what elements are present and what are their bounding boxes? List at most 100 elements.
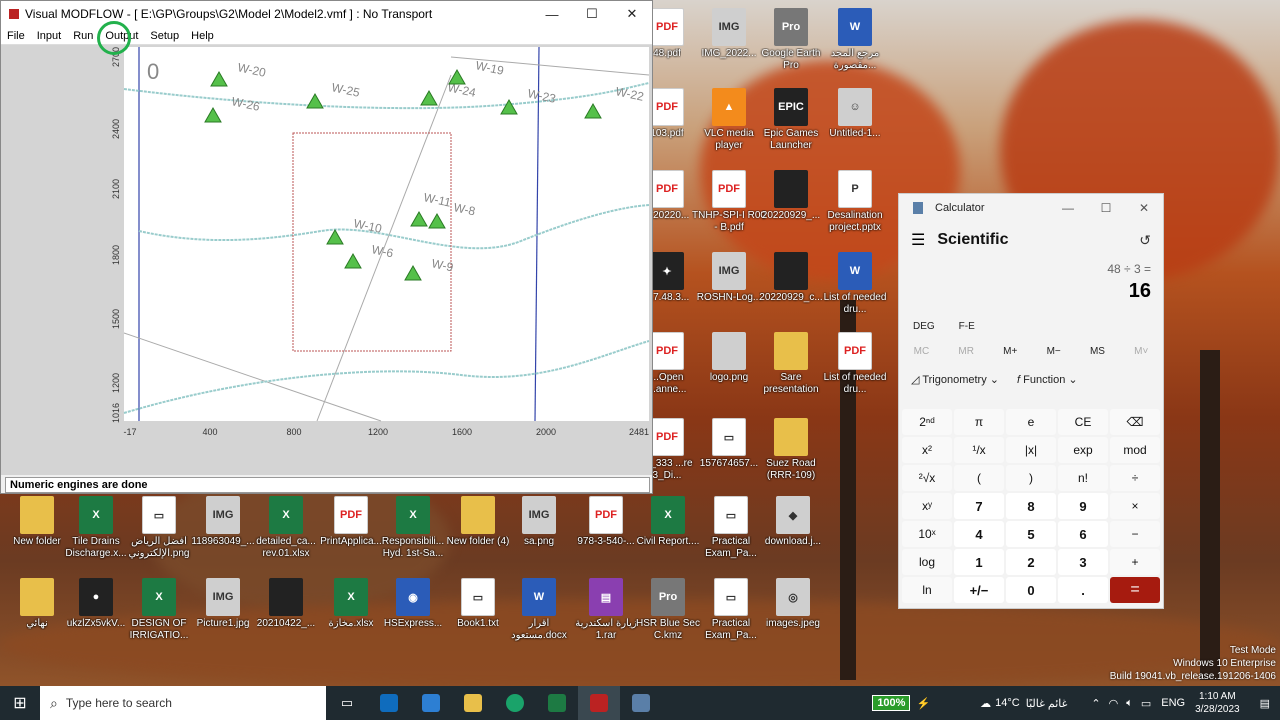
edge-icon[interactable] <box>494 686 536 720</box>
desktop-icon[interactable]: ◉ HSExpress... <box>376 578 450 630</box>
wifi-icon[interactable]: ◠ <box>1109 697 1119 710</box>
calc-key[interactable]: CE <box>1058 409 1108 435</box>
menu-file[interactable]: File <box>1 30 31 42</box>
calc-key[interactable]: = <box>1110 577 1160 603</box>
calc-key[interactable]: + <box>1110 549 1160 575</box>
calc-key[interactable]: 2ⁿᵈ <box>902 409 952 435</box>
calc-key[interactable]: n! <box>1058 465 1108 491</box>
fe-button[interactable]: F-E <box>959 321 975 332</box>
calc-key[interactable]: × <box>1110 493 1160 519</box>
desktop-icon[interactable]: P Desalination project.pptx <box>818 170 892 234</box>
calc-key[interactable]: mod <box>1110 437 1160 463</box>
desktop-icon[interactable]: IMG sa.png <box>502 496 576 548</box>
desktop-icon[interactable]: EPIC Epic Games Launcher <box>754 88 828 152</box>
calc-maximize-button[interactable]: ☐ <box>1087 194 1125 222</box>
calc-close-button[interactable]: ✕ <box>1125 194 1163 222</box>
calc-key[interactable]: π <box>954 409 1004 435</box>
calc-key[interactable]: +/− <box>954 577 1004 603</box>
menu-input[interactable]: Input <box>31 30 67 42</box>
trigonometry-dropdown[interactable]: ◿ Trigonometry ⌄ <box>911 373 999 386</box>
mc-button[interactable]: MC <box>914 346 930 357</box>
calc-key[interactable]: log <box>902 549 952 575</box>
desktop-icon[interactable]: ◆ download.j... <box>756 496 830 548</box>
title-bar[interactable]: Visual MODFLOW - [ E:\GP\Groups\G2\Model… <box>1 1 652 27</box>
model-canvas[interactable]: W-20 W-26 W-25 W-24 W-19 W-23 W-22 W-11 W-8 W-10 W… <box>1 45 652 475</box>
hamburger-menu-icon[interactable]: ☰ <box>911 230 925 250</box>
calc-key[interactable]: ¹/x <box>954 437 1004 463</box>
calc-key[interactable]: 1 <box>954 549 1004 575</box>
calc-key[interactable]: 5 <box>1006 521 1056 547</box>
desktop-icon[interactable]: W List of needed dru... <box>818 252 892 316</box>
speaker-icon[interactable]: 🔈︎ <box>1126 697 1133 710</box>
minimize-button[interactable]: — <box>532 1 572 27</box>
desktop-icon[interactable]: PDF List of needed dru... <box>818 332 892 396</box>
m-plus-button[interactable]: M+ <box>1003 346 1017 357</box>
calc-key[interactable]: ( <box>954 465 1004 491</box>
excel-icon[interactable] <box>536 686 578 720</box>
model-grid-view[interactable]: W-20W-26W-25 W-24W-19W-23 W-22W-11 W-8W-10W… <box>1 45 652 475</box>
calculator-title-bar[interactable]: Calculator — ☐ ✕ <box>899 194 1163 222</box>
calc-key[interactable]: . <box>1058 577 1108 603</box>
mail-icon[interactable] <box>410 686 452 720</box>
modflow-taskbar-icon[interactable] <box>578 686 620 720</box>
ms-button[interactable]: MS <box>1090 346 1105 357</box>
notification-icon[interactable]: ▤ <box>1250 697 1280 710</box>
tray-chevron-icon[interactable]: ⌃ <box>1091 697 1100 710</box>
desktop-icon[interactable]: Suez Road (RRR-109) <box>754 418 828 482</box>
calc-key[interactable]: 0 <box>1006 577 1056 603</box>
calc-key[interactable]: |x| <box>1006 437 1056 463</box>
clock[interactable]: 1:10 AM 3/28/2023 <box>1185 690 1250 716</box>
desktop-icon[interactable]: 20220929_... <box>754 170 828 222</box>
desktop-icon[interactable]: ◎ images.jpeg <box>756 578 830 630</box>
desktop-icon[interactable]: Xdetailed_ca... rev.01.xlsx <box>249 496 323 560</box>
calc-minimize-button[interactable]: — <box>1049 194 1087 222</box>
desktop-icon[interactable]: 20210422_... <box>249 578 323 630</box>
desktop-icon[interactable]: X Responsibili... Hyd. 1st-Sa... <box>376 496 450 560</box>
calc-key[interactable]: ⌫ <box>1110 409 1160 435</box>
calc-key[interactable]: 2 <box>1006 549 1056 575</box>
deg-button[interactable]: DEG <box>913 321 935 332</box>
calc-key[interactable]: 3 <box>1058 549 1108 575</box>
desktop-icon[interactable]: 20220929_c... <box>754 252 828 304</box>
file-explorer-icon[interactable] <box>452 686 494 720</box>
weather-text[interactable]: غائم غالبًا <box>1026 697 1068 710</box>
desktop-icon[interactable]: W اقرار مستعود.docx <box>502 578 576 642</box>
taskbar-search[interactable]: ⌕ Type here to search <box>40 686 326 720</box>
calc-key[interactable]: e <box>1006 409 1056 435</box>
desktop-icon[interactable]: X DESIGN OF IRRIGATIO... <box>122 578 196 642</box>
weather-temp[interactable]: 14°C <box>995 697 1020 709</box>
calc-key[interactable]: 6 <box>1058 521 1108 547</box>
calc-key[interactable]: 9 <box>1058 493 1108 519</box>
calculator-taskbar-icon[interactable] <box>620 686 662 720</box>
desktop-icon[interactable]: Pro Google Earth Pro <box>754 8 828 72</box>
calculator-window[interactable]: Calculator — ☐ ✕ ☰ Scientific ↺ 48 ÷ 3 =… <box>898 193 1164 609</box>
function-dropdown[interactable]: f Function ⌄ <box>1017 373 1078 386</box>
outlook-icon[interactable] <box>368 686 410 720</box>
calc-key[interactable]: x² <box>902 437 952 463</box>
calc-key[interactable]: 4 <box>954 521 1004 547</box>
battery-indicator[interactable]: 100% <box>872 695 911 711</box>
task-view-icon[interactable]: ▭ <box>326 686 368 720</box>
m-minus-button[interactable]: M− <box>1047 346 1061 357</box>
desktop-icon[interactable]: ☺ Untitled-1... <box>818 88 892 140</box>
memory-list-button[interactable]: M˅ <box>1134 346 1148 357</box>
menu-help[interactable]: Help <box>185 30 220 42</box>
calc-key[interactable]: ²√x <box>902 465 952 491</box>
start-button[interactable]: ⊞ <box>0 686 40 720</box>
calc-key[interactable]: ÷ <box>1110 465 1160 491</box>
desktop-icon[interactable]: Sare presentation <box>754 332 828 396</box>
calc-key[interactable]: xʸ <box>902 493 952 519</box>
calc-key[interactable]: 10ˣ <box>902 521 952 547</box>
menu-run[interactable]: Run <box>67 30 99 42</box>
language-indicator[interactable]: ENG <box>1161 697 1185 709</box>
desktop-icon[interactable]: ▭ أفضل الرياض الإلكتروني.png <box>122 496 196 560</box>
modflow-window[interactable]: Visual MODFLOW - [ E:\GP\Groups\G2\Model… <box>0 0 653 494</box>
calc-key[interactable]: 7 <box>954 493 1004 519</box>
calc-key[interactable]: 8 <box>1006 493 1056 519</box>
desktop-icon[interactable]: W مرجع المجد مقصورة... <box>818 8 892 72</box>
history-icon[interactable]: ↺ <box>1139 232 1151 249</box>
calc-key[interactable]: − <box>1110 521 1160 547</box>
calc-key[interactable]: ln <box>902 577 952 603</box>
calc-key[interactable]: exp <box>1058 437 1108 463</box>
mr-button[interactable]: MR <box>958 346 974 357</box>
